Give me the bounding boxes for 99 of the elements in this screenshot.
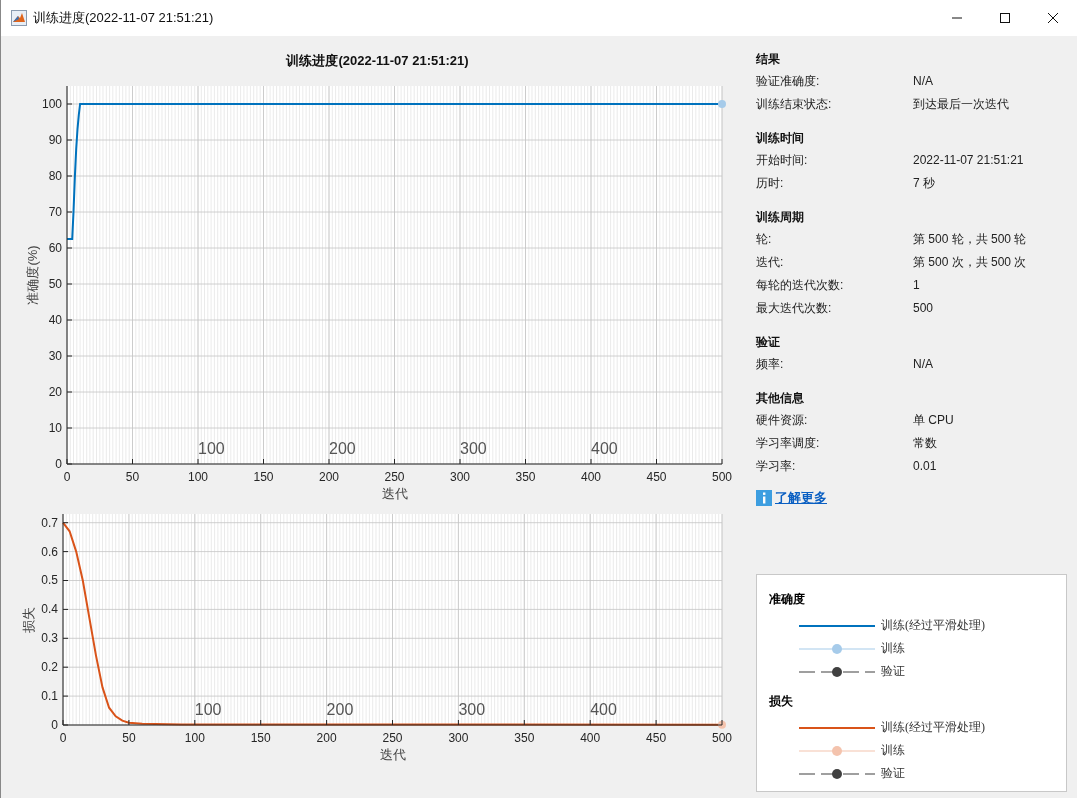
x-tick-label: 0 xyxy=(59,731,67,745)
info-value: 2022-11-07 21:51:21 xyxy=(913,152,1024,169)
window-title: 训练进度(2022-11-07 21:51:21) xyxy=(33,9,214,27)
info-value: 单 CPU xyxy=(913,412,954,429)
y-tick-label: 20 xyxy=(48,385,62,399)
figure-title: 训练进度(2022-11-07 21:51:21) xyxy=(285,52,470,70)
epoch-label: 400 xyxy=(591,440,618,457)
x-tick-label: 100 xyxy=(184,731,205,745)
x-tick-label: 200 xyxy=(319,470,339,484)
y-axis-label: 损失 xyxy=(21,606,36,633)
section-heading: 验证 xyxy=(756,334,781,351)
epoch-label: 400 xyxy=(590,701,617,718)
info-value: N/A xyxy=(913,73,933,90)
section-heading: 结果 xyxy=(756,51,781,68)
y-tick-label: 0.6 xyxy=(41,544,58,559)
info-value: N/A xyxy=(913,356,933,373)
info-value: 第 500 次，共 500 次 xyxy=(913,254,1027,271)
x-tick-label: 150 xyxy=(253,470,274,484)
info-value: 500 xyxy=(913,300,934,317)
x-tick-label: 500 xyxy=(712,731,732,745)
x-axis-label: 迭代 xyxy=(379,747,406,762)
x-tick-label: 50 xyxy=(125,470,140,484)
y-tick-label: 50 xyxy=(48,277,62,291)
info-label: 每轮的迭代次数: xyxy=(756,277,845,294)
section-heading: 训练时间 xyxy=(756,130,805,147)
x-tick-label: 100 xyxy=(188,470,208,484)
legend-heading: 准确度 xyxy=(769,591,806,608)
info-value: 1 xyxy=(913,277,920,294)
y-tick-label: 0.7 xyxy=(41,515,58,530)
info-value: 0.01 xyxy=(913,458,937,475)
x-tick-label: 200 xyxy=(316,731,337,745)
y-tick-label: 30 xyxy=(48,349,62,363)
info-label: 历时: xyxy=(756,175,785,192)
epoch-label: 200 xyxy=(326,701,354,718)
app-logo-icon xyxy=(11,10,27,26)
info-value: 到达最后一次迭代 xyxy=(913,96,1009,113)
y-tick-label: 90 xyxy=(48,133,62,147)
info-value: 第 500 轮，共 500 轮 xyxy=(913,231,1027,248)
y-tick-label: 100 xyxy=(41,97,62,111)
legend-label: 验证 xyxy=(881,663,905,680)
x-tick-label: 300 xyxy=(448,731,469,745)
x-tick-label: 250 xyxy=(382,731,403,745)
epoch-label: 200 xyxy=(329,440,356,457)
y-tick-label: 70 xyxy=(48,205,62,219)
learn-more-link[interactable]: 了解更多 xyxy=(775,489,827,507)
y-tick-label: 0.3 xyxy=(41,631,58,646)
legend-label: 训练(经过平滑处理) xyxy=(881,719,985,736)
x-tick-label: 450 xyxy=(646,470,667,484)
x-tick-label: 350 xyxy=(515,470,536,484)
epoch-label: 300 xyxy=(458,701,486,718)
y-tick-label: 0 xyxy=(55,457,62,471)
info-label: 最大迭代次数: xyxy=(756,300,833,317)
y-tick-label: 80 xyxy=(48,169,62,183)
section-heading: 其他信息 xyxy=(756,390,805,407)
y-tick-label: 0 xyxy=(51,718,58,732)
y-tick-label: 60 xyxy=(48,241,62,255)
x-tick-label: 400 xyxy=(581,470,601,484)
x-tick-label: 450 xyxy=(646,731,667,745)
x-tick-label: 400 xyxy=(580,731,601,745)
legend-label: 训练 xyxy=(881,640,905,657)
info-value: 常数 xyxy=(913,435,937,452)
x-tick-label: 500 xyxy=(712,470,732,484)
epoch-label: 100 xyxy=(194,701,222,718)
y-tick-label: 0.1 xyxy=(41,689,58,704)
maximize-icon xyxy=(999,12,1011,24)
info-label: 迭代: xyxy=(756,254,785,271)
info-label: 硬件资源: xyxy=(756,412,809,429)
y-tick-label: 40 xyxy=(48,313,62,327)
y-tick-label: 0.4 xyxy=(41,602,58,617)
legend-label: 验证 xyxy=(881,765,905,782)
series-point xyxy=(718,100,726,108)
section-heading: 训练周期 xyxy=(756,209,805,226)
x-tick-label: 150 xyxy=(250,731,271,745)
x-tick-label: 0 xyxy=(63,470,71,484)
close-icon xyxy=(1047,12,1059,24)
info-icon xyxy=(756,490,772,506)
series-point xyxy=(718,720,726,729)
y-tick-label: 0.5 xyxy=(41,573,58,588)
info-label: 开始时间: xyxy=(756,152,809,169)
x-tick-label: 250 xyxy=(384,470,405,484)
legend-label: 训练 xyxy=(881,742,905,759)
x-tick-label: 50 xyxy=(122,731,136,745)
x-tick-label: 300 xyxy=(450,470,470,484)
info-label: 学习率调度: xyxy=(756,435,821,452)
x-tick-label: 350 xyxy=(514,731,535,745)
info-value: 7 秒 xyxy=(913,175,935,192)
info-label: 频率: xyxy=(756,356,785,373)
info-label: 训练结束状态: xyxy=(756,96,833,113)
info-label: 验证准确度: xyxy=(756,73,821,90)
epoch-label: 100 xyxy=(198,440,225,457)
info-label: 学习率: xyxy=(756,458,797,475)
y-axis-label: 准确度(%) xyxy=(25,245,40,305)
info-label: 轮: xyxy=(756,231,773,248)
y-tick-label: 0.2 xyxy=(41,660,58,675)
y-tick-label: 10 xyxy=(48,421,62,435)
legend-heading: 损失 xyxy=(769,693,794,710)
legend-label: 训练(经过平滑处理) xyxy=(881,617,985,634)
epoch-label: 300 xyxy=(460,440,487,457)
x-axis-label: 迭代 xyxy=(381,486,408,501)
